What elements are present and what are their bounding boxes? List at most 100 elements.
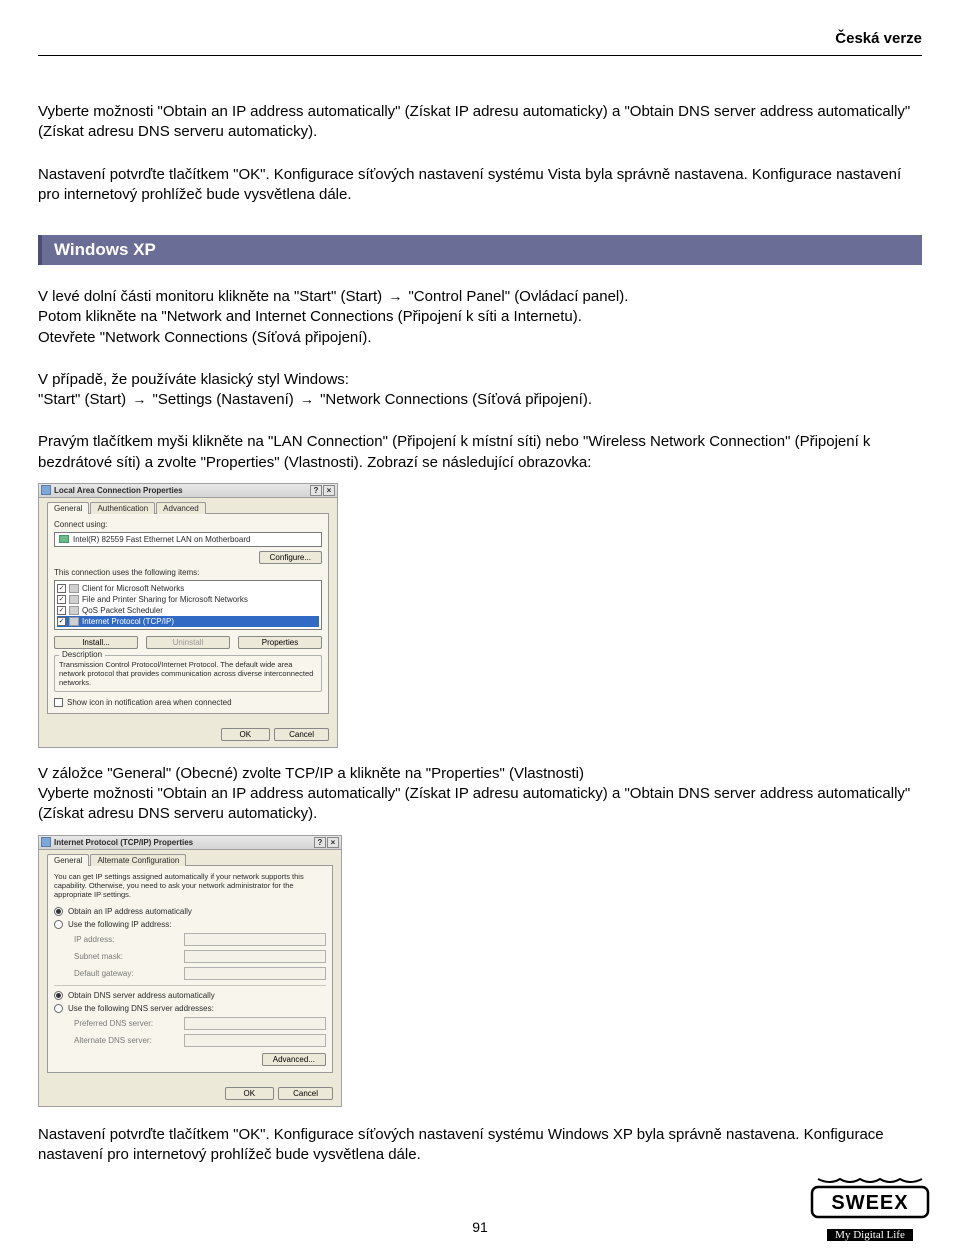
checkbox-icon[interactable]: ✓: [57, 606, 66, 615]
cancel-button[interactable]: Cancel: [274, 728, 329, 741]
connect-using-label: Connect using:: [54, 520, 322, 529]
preferred-dns-field[interactable]: [184, 1017, 326, 1030]
radio-obtain-dns[interactable]: Obtain DNS server address automatically: [54, 989, 326, 1002]
help-button[interactable]: ?: [310, 485, 322, 496]
list-item-label: Client for Microsoft Networks: [82, 584, 184, 593]
xp-step1: V levé dolní části monitoru klikněte na …: [38, 287, 922, 307]
gateway-label: Default gateway:: [74, 969, 184, 978]
xp-classic-b: "Settings (Nastavení): [153, 391, 294, 408]
xp-rightclick: Pravým tlačítkem myši klikněte na "LAN C…: [38, 432, 922, 473]
brand-tagline: My Digital Life: [827, 1229, 913, 1241]
subnet-label: Subnet mask:: [74, 952, 184, 961]
arrow-icon: →: [130, 391, 148, 407]
description-label: Description: [59, 650, 105, 659]
dialog-tcpip-properties: Internet Protocol (TCP/IP) Properties ? …: [38, 835, 342, 1107]
radio-use-dns[interactable]: Use the following DNS server addresses:: [54, 1002, 326, 1015]
component-icon: [69, 584, 79, 593]
tab-authentication[interactable]: Authentication: [90, 502, 155, 514]
tab-alternate[interactable]: Alternate Configuration: [90, 854, 186, 866]
adapter-name: Intel(R) 82559 Fast Ethernet LAN on Moth…: [73, 535, 250, 544]
tab-general[interactable]: General: [47, 502, 89, 514]
checkbox-icon[interactable]: ✓: [57, 584, 66, 593]
section-heading-windows-xp: Windows XP: [38, 235, 922, 265]
tcpip-blurb: You can get IP settings assigned automat…: [54, 872, 326, 899]
dialog-lan-properties: Local Area Connection Properties ? × Gen…: [38, 483, 338, 748]
window-icon: [41, 837, 51, 847]
outro-paragraph: Nastavení potvrďte tlačítkem "OK". Konfi…: [38, 1125, 922, 1166]
tab-advanced[interactable]: Advanced: [156, 502, 206, 514]
xp-step1-part-a: V levé dolní části monitoru klikněte na …: [38, 288, 382, 305]
radio-icon[interactable]: [54, 920, 63, 929]
radio-label: Obtain an IP address automatically: [68, 907, 192, 916]
radio-label: Use the following IP address:: [68, 920, 171, 929]
xp-classic-intro: V případě, že používáte klasický styl Wi…: [38, 370, 922, 390]
list-item-label: Internet Protocol (TCP/IP): [82, 617, 174, 626]
list-item-label: QoS Packet Scheduler: [82, 606, 163, 615]
checkbox-icon[interactable]: [54, 698, 63, 707]
checkbox-icon[interactable]: ✓: [57, 617, 66, 626]
alternate-dns-field[interactable]: [184, 1034, 326, 1047]
arrow-icon: →: [298, 391, 316, 407]
items-label: This connection uses the following items…: [54, 568, 322, 577]
list-item[interactable]: ✓ QoS Packet Scheduler: [57, 605, 319, 616]
xp-step1-part-b: "Control Panel" (Ovládací panel).: [408, 288, 628, 305]
uninstall-button[interactable]: Uninstall: [146, 636, 230, 649]
sweex-logo-icon: SWEEX: [810, 1177, 930, 1225]
mid-paragraph-1: V záložce "General" (Obecné) zvolte TCP/…: [38, 764, 922, 784]
list-item[interactable]: ✓ Client for Microsoft Networks: [57, 583, 319, 594]
list-item-label: File and Printer Sharing for Microsoft N…: [82, 595, 248, 604]
dialog-title: Local Area Connection Properties: [54, 486, 183, 495]
dialog-titlebar: Internet Protocol (TCP/IP) Properties ? …: [39, 836, 341, 850]
radio-obtain-ip[interactable]: Obtain an IP address automatically: [54, 905, 326, 918]
tab-general[interactable]: General: [47, 854, 89, 866]
dialog-titlebar: Local Area Connection Properties ? ×: [39, 484, 337, 498]
list-item-selected[interactable]: ✓ Internet Protocol (TCP/IP): [57, 616, 319, 627]
window-icon: [41, 485, 51, 495]
show-icon-label: Show icon in notification area when conn…: [67, 698, 232, 707]
description-text: Transmission Control Protocol/Internet P…: [59, 660, 317, 687]
ok-button[interactable]: OK: [225, 1087, 275, 1100]
alternate-dns-label: Alternate DNS server:: [74, 1036, 184, 1045]
intro-paragraph-2: Nastavení potvrďte tlačítkem "OK". Konfi…: [38, 165, 922, 206]
component-icon: [69, 606, 79, 615]
close-button[interactable]: ×: [323, 485, 335, 496]
ip-address-label: IP address:: [74, 935, 184, 944]
intro-paragraph-1: Vyberte možnosti "Obtain an IP address a…: [38, 102, 922, 143]
adapter-field: Intel(R) 82559 Fast Ethernet LAN on Moth…: [54, 532, 322, 547]
xp-step3: Otevřete "Network Connections (Síťová př…: [38, 328, 922, 348]
dialog-title: Internet Protocol (TCP/IP) Properties: [54, 838, 193, 847]
component-icon: [69, 595, 79, 604]
radio-icon[interactable]: [54, 1004, 63, 1013]
header-language: Česká verze: [38, 30, 922, 56]
install-button[interactable]: Install...: [54, 636, 138, 649]
close-button[interactable]: ×: [327, 837, 339, 848]
show-icon-checkbox-row[interactable]: Show icon in notification area when conn…: [54, 698, 322, 707]
xp-classic-a: "Start" (Start): [38, 391, 126, 408]
properties-button[interactable]: Properties: [238, 636, 322, 649]
xp-classic-c: "Network Connections (Síťová připojení).: [320, 391, 592, 408]
checkbox-icon[interactable]: ✓: [57, 595, 66, 604]
nic-icon: [59, 535, 69, 543]
ip-address-field[interactable]: [184, 933, 326, 946]
connection-items-list[interactable]: ✓ Client for Microsoft Networks ✓ File a…: [54, 580, 322, 630]
cancel-button[interactable]: Cancel: [278, 1087, 333, 1100]
gateway-field[interactable]: [184, 967, 326, 980]
help-button[interactable]: ?: [314, 837, 326, 848]
ok-button[interactable]: OK: [221, 728, 271, 741]
subnet-field[interactable]: [184, 950, 326, 963]
radio-label: Use the following DNS server addresses:: [68, 1004, 214, 1013]
preferred-dns-label: Preferred DNS server:: [74, 1019, 184, 1028]
brand-logo: SWEEX My Digital Life: [810, 1177, 930, 1243]
component-icon: [69, 617, 79, 626]
radio-label: Obtain DNS server address automatically: [68, 991, 215, 1000]
advanced-button[interactable]: Advanced...: [262, 1053, 326, 1066]
radio-icon[interactable]: [54, 991, 63, 1000]
xp-step2: Potom klikněte na "Network and Internet …: [38, 307, 922, 327]
mid-paragraph-2: Vyberte možnosti "Obtain an IP address a…: [38, 784, 922, 825]
radio-use-ip[interactable]: Use the following IP address:: [54, 918, 326, 931]
radio-icon[interactable]: [54, 907, 63, 916]
arrow-icon: →: [386, 288, 404, 304]
list-item[interactable]: ✓ File and Printer Sharing for Microsoft…: [57, 594, 319, 605]
configure-button[interactable]: Configure...: [259, 551, 322, 564]
xp-classic-path: "Start" (Start) → "Settings (Nastavení) …: [38, 390, 922, 410]
